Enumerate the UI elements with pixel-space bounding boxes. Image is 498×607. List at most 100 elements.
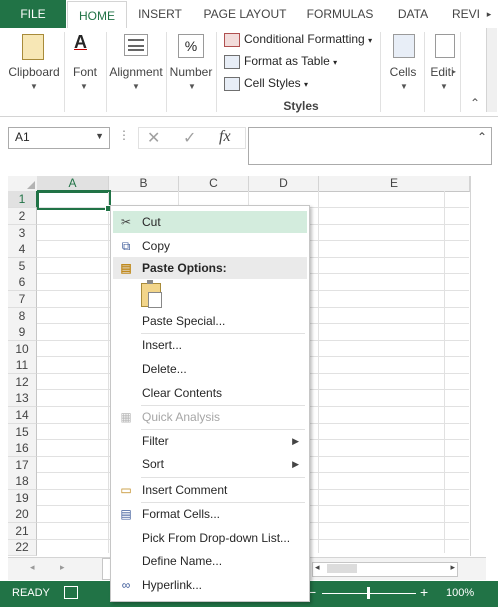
menu-item-sort[interactable]: Sort ▶ bbox=[113, 453, 307, 475]
menu-item-define-name[interactable]: Define Name... bbox=[113, 550, 307, 572]
row-header-8[interactable]: 8 bbox=[8, 308, 37, 325]
row-header-3[interactable]: 3 bbox=[8, 225, 37, 242]
menu-item-filter[interactable]: Filter ▶ bbox=[113, 430, 307, 452]
row-header-6[interactable]: 6 bbox=[8, 274, 37, 291]
collapse-ribbon-icon[interactable]: ⌃ bbox=[470, 96, 480, 110]
scroll-left-icon[interactable]: ◂ bbox=[315, 562, 320, 573]
menu-item-pick-from-list[interactable]: Pick From Drop-down List... bbox=[113, 527, 307, 549]
tab-insert[interactable]: INSERT bbox=[130, 0, 190, 28]
font-icon[interactable]: A bbox=[74, 32, 87, 53]
chevron-down-icon: ▼ bbox=[400, 82, 408, 91]
alignment-button[interactable]: Alignment bbox=[106, 65, 166, 79]
menu-item-label: Sort bbox=[142, 457, 165, 471]
row-header-10[interactable]: 10 bbox=[8, 341, 37, 358]
column-header-b[interactable]: B bbox=[109, 176, 179, 192]
column-header-d[interactable]: D bbox=[249, 176, 319, 192]
row-header-17[interactable]: 17 bbox=[8, 457, 37, 474]
tab-page-layout[interactable]: PAGE LAYOUT bbox=[195, 0, 295, 28]
row-header-21[interactable]: 21 bbox=[8, 523, 37, 540]
column-header-e[interactable]: E bbox=[319, 176, 470, 192]
menu-item-cut[interactable]: ✂ Cut bbox=[113, 211, 307, 233]
macro-record-icon[interactable] bbox=[64, 586, 78, 599]
collapse-formula-bar-icon[interactable]: ⌃ bbox=[477, 130, 487, 144]
row-header-14[interactable]: 14 bbox=[8, 407, 37, 424]
vertical-scrollbar[interactable] bbox=[470, 176, 487, 556]
zoom-slider-thumb[interactable] bbox=[367, 587, 370, 599]
paste-option-paste-icon[interactable] bbox=[141, 280, 162, 308]
row-header-13[interactable]: 13 bbox=[8, 390, 37, 407]
menu-item-insert-comment[interactable]: ▭ Insert Comment bbox=[113, 479, 307, 501]
alignment-icon[interactable] bbox=[124, 34, 148, 56]
row-header-18[interactable]: 18 bbox=[8, 473, 37, 490]
scroll-right-icon[interactable]: ▸ bbox=[450, 562, 455, 573]
menu-item-clear-contents[interactable]: Clear Contents bbox=[113, 382, 307, 404]
percent-icon[interactable]: % bbox=[178, 34, 204, 58]
styles-group-label: Styles bbox=[283, 99, 319, 113]
tab-scroll-right-icon[interactable]: ▸ bbox=[482, 0, 496, 28]
row-header-4[interactable]: 4 bbox=[8, 241, 37, 258]
horizontal-scrollbar[interactable]: ◂ ▸ bbox=[312, 562, 458, 577]
insert-function-icon[interactable]: fx bbox=[219, 128, 231, 146]
menu-item-paste-special[interactable]: Paste Special... bbox=[113, 310, 307, 332]
menu-item-hyperlink[interactable]: ∞ Hyperlink... bbox=[113, 574, 307, 596]
group-divider bbox=[64, 32, 65, 112]
row-header-7[interactable]: 7 bbox=[8, 291, 37, 308]
submenu-arrow-icon: ▶ bbox=[292, 436, 299, 446]
enter-icon[interactable]: ✓ bbox=[183, 128, 196, 148]
row-header-9[interactable]: 9 bbox=[8, 324, 37, 341]
column-header-c[interactable]: C bbox=[179, 176, 249, 192]
font-button[interactable]: Font bbox=[66, 65, 104, 79]
find-icon[interactable] bbox=[435, 34, 455, 58]
clipboard-button[interactable]: Clipboard bbox=[4, 65, 64, 79]
row-header-12[interactable]: 12 bbox=[8, 374, 37, 391]
paste-icon[interactable] bbox=[22, 34, 44, 60]
tab-file[interactable]: FILE bbox=[0, 0, 66, 28]
active-cell-a1[interactable] bbox=[37, 190, 111, 210]
scroll-thumb[interactable] bbox=[327, 564, 357, 573]
conditional-formatting-icon bbox=[224, 32, 240, 47]
chevron-right-icon: ▸ bbox=[452, 67, 457, 76]
cell-styles-icon bbox=[224, 76, 240, 91]
tab-review[interactable]: REVI bbox=[448, 0, 484, 28]
group-divider bbox=[424, 32, 425, 112]
menu-item-insert[interactable]: Insert... bbox=[113, 334, 307, 356]
row-header-16[interactable]: 16 bbox=[8, 440, 37, 457]
row-header-1[interactable]: 1 bbox=[8, 191, 38, 208]
format-as-table-button[interactable]: Format as Table ▾ bbox=[224, 54, 337, 69]
chevron-down-icon: ▼ bbox=[132, 82, 140, 91]
cancel-icon[interactable]: ✕ bbox=[147, 128, 160, 148]
row-header-22[interactable]: 22 bbox=[8, 540, 37, 556]
name-box[interactable]: A1 ▼ bbox=[8, 127, 110, 149]
table-icon bbox=[224, 54, 240, 69]
scroll-left-icon[interactable]: ◂ bbox=[30, 562, 35, 573]
tab-data[interactable]: DATA bbox=[388, 0, 438, 28]
select-all-corner[interactable] bbox=[8, 176, 38, 192]
context-menu: ✂ Cut ⧉ Copy ▤ Paste Options: Paste Spec… bbox=[110, 205, 310, 602]
menu-item-copy[interactable]: ⧉ Copy bbox=[113, 235, 307, 257]
grid-line bbox=[318, 191, 319, 553]
chevron-down-icon[interactable]: ▼ bbox=[95, 131, 104, 141]
tab-formulas[interactable]: FORMULAS bbox=[300, 0, 380, 28]
menu-item-label: Clear Contents bbox=[142, 386, 223, 400]
formula-input[interactable]: ⌃ bbox=[248, 127, 492, 165]
zoom-in-button[interactable]: + bbox=[420, 584, 428, 600]
more-options-icon[interactable]: ⋮ bbox=[118, 128, 130, 142]
cells-icon[interactable] bbox=[393, 34, 415, 58]
conditional-formatting-button[interactable]: Conditional Formatting ▾ bbox=[224, 32, 372, 47]
row-header-20[interactable]: 20 bbox=[8, 506, 37, 523]
comment-icon: ▭ bbox=[120, 483, 132, 497]
cell-styles-button[interactable]: Cell Styles ▾ bbox=[224, 76, 308, 91]
row-header-11[interactable]: 11 bbox=[8, 357, 37, 374]
number-button[interactable]: Number bbox=[166, 65, 216, 79]
menu-item-delete[interactable]: Delete... bbox=[113, 358, 307, 380]
scroll-right-icon[interactable]: ▸ bbox=[60, 562, 65, 573]
row-header-2[interactable]: 2 bbox=[8, 208, 37, 225]
cells-button[interactable]: Cells bbox=[383, 65, 423, 79]
menu-item-format-cells[interactable]: ▤ Format Cells... bbox=[113, 503, 307, 525]
format-cells-icon: ▤ bbox=[120, 507, 132, 521]
row-header-15[interactable]: 15 bbox=[8, 424, 37, 441]
tab-home[interactable]: HOME bbox=[67, 1, 127, 29]
zoom-level[interactable]: 100% bbox=[446, 587, 474, 599]
row-header-19[interactable]: 19 bbox=[8, 490, 37, 507]
row-header-5[interactable]: 5 bbox=[8, 258, 37, 275]
